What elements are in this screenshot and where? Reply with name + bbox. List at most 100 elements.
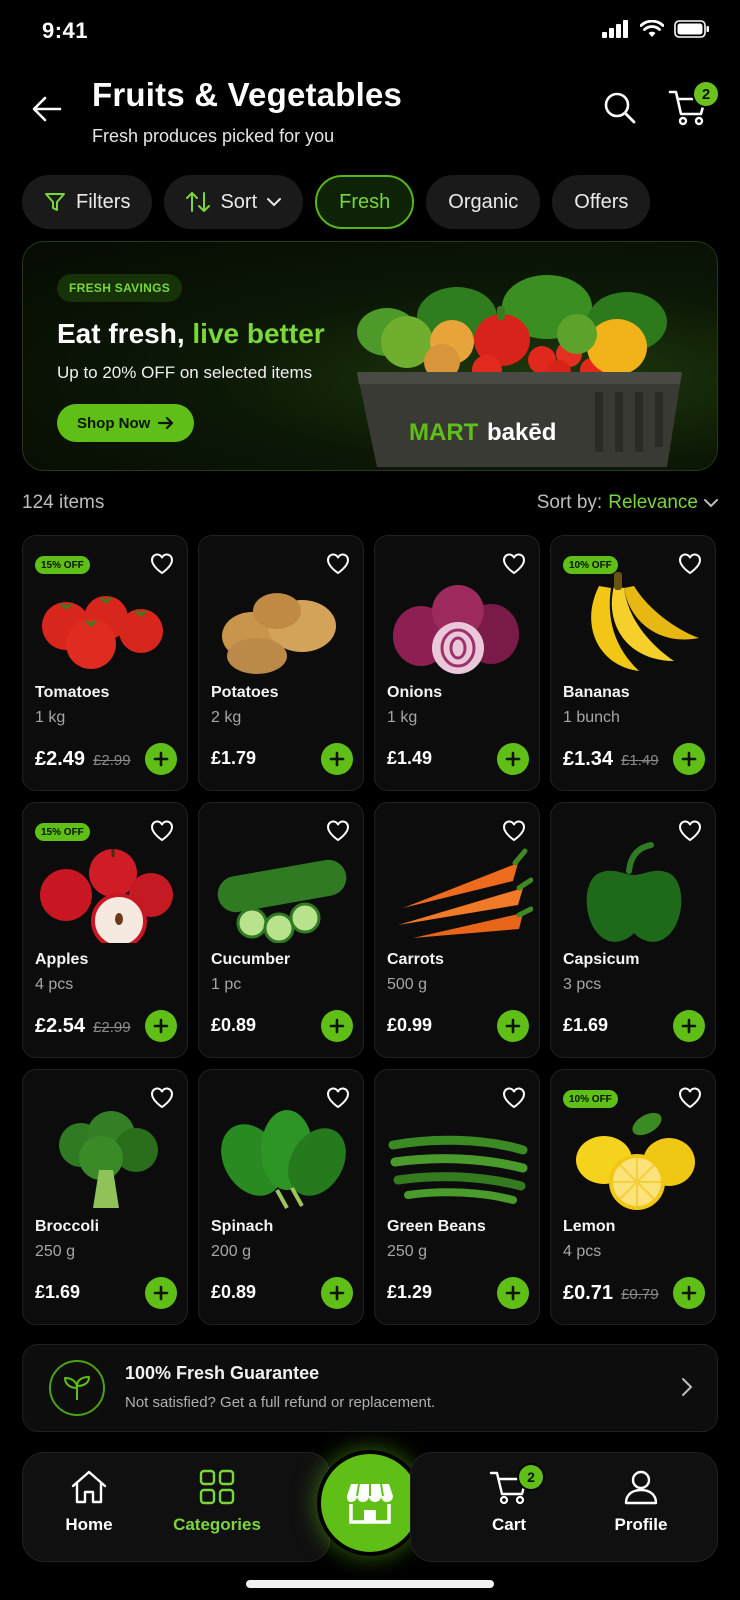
onion-icon <box>393 585 519 674</box>
bottom-tab-bar: Home Categories Cart 2 Profile <box>22 1450 718 1562</box>
price-row: £2.54 £2.99 <box>35 1015 131 1038</box>
tab-home[interactable]: Home <box>29 1469 149 1535</box>
add-to-cart-button[interactable] <box>673 743 705 775</box>
product-name: Potatoes <box>211 684 279 701</box>
product-name: Apples <box>35 951 89 968</box>
product-card[interactable]: Cucumber 1 pc £0.89 <box>198 802 364 1058</box>
back-button[interactable] <box>30 92 64 126</box>
add-to-cart-button[interactable] <box>321 743 353 775</box>
product-quantity: 1 kg <box>387 709 418 726</box>
product-name: Tomatoes <box>35 684 110 701</box>
page-title: Fruits & Vegetables <box>92 76 403 113</box>
cucumber-icon <box>217 859 347 943</box>
plus-icon <box>505 1285 521 1301</box>
filters-chip[interactable]: Filters <box>22 175 153 229</box>
lemon-icon <box>576 1112 695 1210</box>
original-price: £1.49 <box>621 752 659 769</box>
product-card[interactable]: 15% OFF Tomatoes 1 kg £2.49 £2.99 <box>22 535 188 791</box>
fresh-chip[interactable]: Fresh <box>315 175 415 229</box>
add-to-cart-button[interactable] <box>673 1277 705 1309</box>
product-quantity: 4 pcs <box>35 976 74 993</box>
product-price: £1.34 <box>563 748 614 770</box>
add-to-cart-button[interactable] <box>497 1277 529 1309</box>
brand-logo-mart: MART <box>409 419 479 446</box>
product-card[interactable]: 10% OFF Bananas 1 bunch £1.34 £1.49 <box>550 535 716 791</box>
product-card[interactable]: Capsicum 3 pcs £1.69 <box>550 802 716 1058</box>
product-name: Spinach <box>211 1218 274 1235</box>
vegetable-basket-image: MART bakēd <box>357 275 682 467</box>
plus-icon <box>681 1285 697 1301</box>
product-price: £1.49 <box>387 748 433 768</box>
chevron-down-icon <box>704 499 718 508</box>
add-to-cart-button[interactable] <box>497 743 529 775</box>
sort-chip-label: Sort <box>220 190 258 213</box>
tab-group-left: Home Categories <box>22 1452 330 1562</box>
product-price: £0.89 <box>211 1015 257 1035</box>
tab-profile-label: Profile <box>614 1515 668 1534</box>
cart-count-badge: 2 <box>692 80 720 108</box>
product-quantity: 1 kg <box>35 709 66 726</box>
product-card[interactable]: Potatoes 2 kg £1.79 <box>198 535 364 791</box>
sort-icon <box>186 192 211 212</box>
banner-subtitle: Up to 20% OFF on selected items <box>57 363 313 382</box>
product-price: £1.79 <box>211 748 257 768</box>
original-price: £2.99 <box>93 1019 131 1036</box>
price-row: £0.71 £0.79 <box>563 1282 659 1305</box>
plus-icon <box>329 1018 345 1034</box>
product-grid: 15% OFF Tomatoes 1 kg £2.49 £2.99 Potato… <box>22 535 718 1325</box>
potato-icon <box>222 593 336 674</box>
plus-icon <box>329 751 345 767</box>
plus-icon <box>153 1018 169 1034</box>
sort-by-dropdown[interactable]: Sort by: Relevance <box>537 492 718 514</box>
banana-icon <box>591 572 699 671</box>
product-price: £1.29 <box>387 1282 433 1302</box>
product-quantity: 2 kg <box>211 709 242 726</box>
shop-now-button[interactable]: Shop Now <box>57 404 195 442</box>
product-card[interactable]: Green Beans 250 g £1.29 <box>374 1069 540 1325</box>
carrot-icon <box>398 848 533 938</box>
banner-title: Eat fresh, live better <box>57 318 325 350</box>
product-card[interactable]: Carrots 500 g £0.99 <box>374 802 540 1058</box>
add-to-cart-button[interactable] <box>145 1277 177 1309</box>
store-button[interactable] <box>317 1450 423 1556</box>
add-to-cart-button[interactable] <box>321 1010 353 1042</box>
results-row: 124 items Sort by: Relevance <box>22 490 718 520</box>
product-name: Onions <box>387 684 443 701</box>
add-to-cart-button[interactable] <box>673 1010 705 1042</box>
page-subtitle: Fresh produces picked for you <box>92 126 335 146</box>
arrow-right-icon <box>158 416 174 430</box>
search-button[interactable] <box>600 88 640 128</box>
offers-chip[interactable]: Offers <box>552 175 651 229</box>
product-card[interactable]: Spinach 200 g £0.89 <box>198 1069 364 1325</box>
add-to-cart-button[interactable] <box>321 1277 353 1309</box>
add-to-cart-button[interactable] <box>497 1010 529 1042</box>
tab-categories[interactable]: Categories <box>157 1469 277 1535</box>
fresh-guarantee-card[interactable]: 100% Fresh Guarantee Not satisfied? Get … <box>22 1344 718 1432</box>
tab-group-right: Cart 2 Profile <box>410 1452 718 1562</box>
product-card[interactable]: 10% OFF Lemon 4 pcs £0.71 £0.79 <box>550 1069 716 1325</box>
organic-chip[interactable]: Organic <box>426 175 541 229</box>
items-count: 124 items <box>22 492 105 513</box>
product-card[interactable]: Broccoli 250 g £1.69 <box>22 1069 188 1325</box>
sort-by-value: Relevance <box>608 492 698 513</box>
tab-cart-label: Cart <box>491 1515 526 1534</box>
price-row: £1.69 <box>35 1282 80 1303</box>
promo-banner[interactable]: FRESH SAVINGS Eat fresh, live better Up … <box>22 241 718 471</box>
shop-now-label: Shop Now <box>77 414 151 432</box>
status-icons <box>602 20 710 38</box>
tab-profile[interactable]: Profile <box>581 1469 701 1535</box>
add-to-cart-button[interactable] <box>145 743 177 775</box>
product-card[interactable]: 15% OFF Apples 4 pcs £2.54 £2.99 <box>22 802 188 1058</box>
spinach-icon <box>221 1110 346 1209</box>
broccoli-icon <box>59 1111 158 1208</box>
tomato-icon <box>42 596 163 669</box>
cart-button[interactable]: 2 <box>668 80 720 128</box>
plus-icon <box>329 1285 345 1301</box>
tab-cart[interactable]: Cart 2 <box>449 1463 569 1535</box>
organic-chip-label: Organic <box>448 190 519 213</box>
product-card[interactable]: Onions 1 kg £1.49 <box>374 535 540 791</box>
add-to-cart-button[interactable] <box>145 1010 177 1042</box>
sort-chip[interactable]: Sort <box>164 175 304 229</box>
status-bar: 9:41 <box>0 0 740 64</box>
guarantee-title: 100% Fresh Guarantee <box>125 1363 320 1383</box>
